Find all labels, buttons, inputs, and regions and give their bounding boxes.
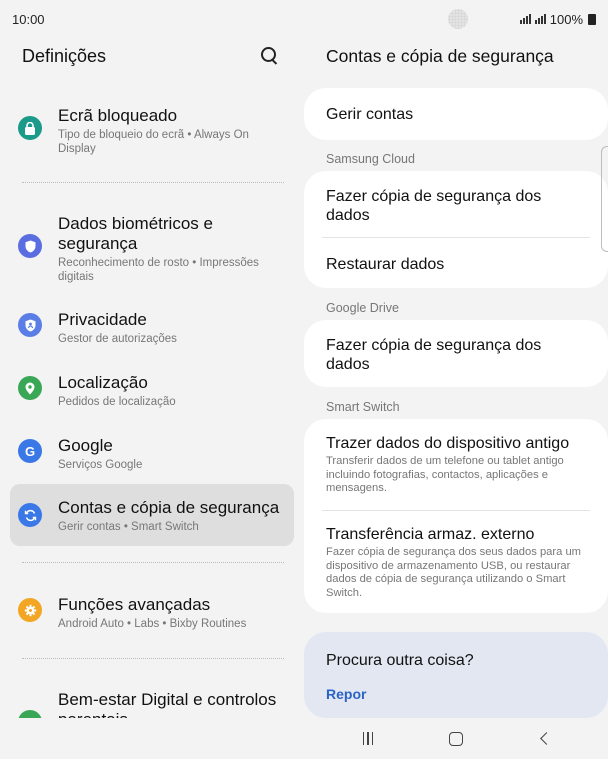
section-label-smart-switch: Smart Switch (326, 400, 400, 414)
sync-icon (18, 503, 42, 527)
menu-item-title: Privacidade (58, 310, 147, 329)
menu-item-subtitle: Pedidos de localização (58, 396, 176, 408)
bring-data-subtitle: Transferir dados de um telefone ou table… (326, 455, 564, 494)
google-icon: G (18, 439, 42, 463)
navigation-bar (304, 718, 608, 759)
samsung-backup-row[interactable]: Fazer cópia de segurança dos dados (304, 171, 608, 237)
google-backup-row[interactable]: Fazer cópia de segurança dos dados (304, 320, 608, 374)
info-title: Procura outra coisa? (326, 652, 474, 669)
settings-list-panel: Definições Ecrã bloqueado Tipo de bloque… (0, 38, 300, 718)
signal-icon-2 (534, 14, 546, 24)
menu-item-digital-wellbeing[interactable]: Bem-estar Digital e controlos parentais (10, 690, 294, 718)
settings-header: Definições (0, 38, 300, 74)
section-label-google-drive: Google Drive (326, 301, 399, 315)
scrollbar[interactable] (601, 146, 608, 252)
recent-apps-icon (362, 732, 374, 745)
bring-data-title: Trazer dados do dispositivo antigo (326, 435, 570, 452)
samsung-backup-label: Fazer cópia de segurança dos dados (326, 188, 542, 224)
samsung-restore-row[interactable]: Restaurar dados (304, 238, 608, 274)
external-transfer-row[interactable]: Transferência armaz. externo Fazer cópia… (304, 511, 608, 600)
signal-icon (519, 14, 531, 24)
menu-item-location[interactable]: Localização Pedidos de localização (10, 373, 294, 409)
bring-data-row[interactable]: Trazer dados do dispositivo antigo Trans… (304, 419, 608, 510)
privacy-shield-icon (18, 313, 42, 337)
back-icon (539, 732, 553, 745)
menu-item-title: Funções avançadas (58, 595, 211, 614)
status-icons: 100% (519, 11, 596, 27)
google-drive-card: Fazer cópia de segurança dos dados (304, 320, 608, 387)
samsung-restore-label: Restaurar dados (326, 256, 445, 273)
samsung-cloud-card: Fazer cópia de segurança dos dados Resta… (304, 171, 608, 288)
battery-level: 100% (549, 11, 583, 27)
status-bar: 10:00 100% (0, 0, 608, 38)
gear-star-icon (18, 598, 42, 622)
menu-item-title: Dados biométricos e segurança (58, 214, 213, 253)
menu-item-title: Google (58, 436, 113, 455)
looking-for-something-card: Procura outra coisa? Repor (304, 632, 608, 718)
menu-item-privacy[interactable]: Privacidade Gestor de autorizações (10, 310, 294, 346)
location-pin-icon (18, 376, 42, 400)
external-transfer-subtitle: Fazer cópia de segurança dos seus dados … (326, 546, 581, 599)
menu-item-subtitle: Reconhecimento de rosto • Impressões dig… (58, 257, 259, 283)
menu-item-subtitle: Serviços Google (58, 459, 143, 471)
divider (22, 658, 284, 659)
manage-accounts-row[interactable]: Gerir contas (304, 88, 608, 124)
home-button[interactable] (436, 724, 476, 754)
menu-item-subtitle: Gerir contas • Smart Switch (58, 521, 199, 533)
status-time: 10:00 (12, 11, 45, 27)
menu-item-title: Bem-estar Digital e controlos parentais (58, 690, 277, 718)
divider (22, 562, 284, 563)
camera-cutout (448, 9, 468, 29)
divider (22, 182, 284, 183)
lock-icon (18, 116, 42, 140)
detail-title: Contas e cópia de segurança (326, 46, 554, 66)
home-icon (449, 731, 463, 746)
section-label-samsung-cloud: Samsung Cloud (326, 152, 415, 166)
menu-item-title: Localização (58, 373, 148, 392)
battery-icon (588, 13, 596, 25)
menu-item-lock-screen[interactable]: Ecrã bloqueado Tipo de bloqueio do ecrã … (10, 106, 294, 156)
menu-item-accounts-backup[interactable]: Contas e cópia de segurança Gerir contas… (10, 484, 294, 546)
menu-item-biometrics[interactable]: Dados biométricos e segurança Reconhecim… (10, 214, 294, 284)
menu-item-subtitle: Gestor de autorizações (58, 333, 177, 345)
menu-item-subtitle: Android Auto • Labs • Bixby Routines (58, 618, 247, 630)
menu-item-advanced-features[interactable]: Funções avançadas Android Auto • Labs • … (10, 595, 294, 631)
menu-item-google[interactable]: G Google Serviços Google (10, 436, 294, 472)
search-icon[interactable] (258, 45, 280, 67)
external-transfer-title: Transferência armaz. externo (326, 526, 535, 543)
menu-item-title: Contas e cópia de segurança (58, 498, 280, 517)
google-backup-label: Fazer cópia de segurança dos dados (326, 337, 542, 373)
reset-link[interactable]: Repor (326, 686, 586, 702)
shield-icon (18, 234, 42, 258)
page-title: Definições (22, 45, 107, 66)
smart-switch-card: Trazer dados do dispositivo antigo Trans… (304, 419, 608, 613)
manage-accounts-card: Gerir contas (304, 88, 608, 140)
google-glyph: G (24, 443, 36, 459)
recent-apps-button[interactable] (348, 724, 388, 754)
manage-accounts-label: Gerir contas (326, 106, 414, 123)
back-button[interactable] (524, 724, 564, 754)
menu-item-subtitle: Tipo de bloqueio do ecrã • Always On Dis… (58, 129, 249, 155)
menu-item-title: Ecrã bloqueado (58, 106, 178, 125)
wellbeing-icon (18, 710, 42, 718)
